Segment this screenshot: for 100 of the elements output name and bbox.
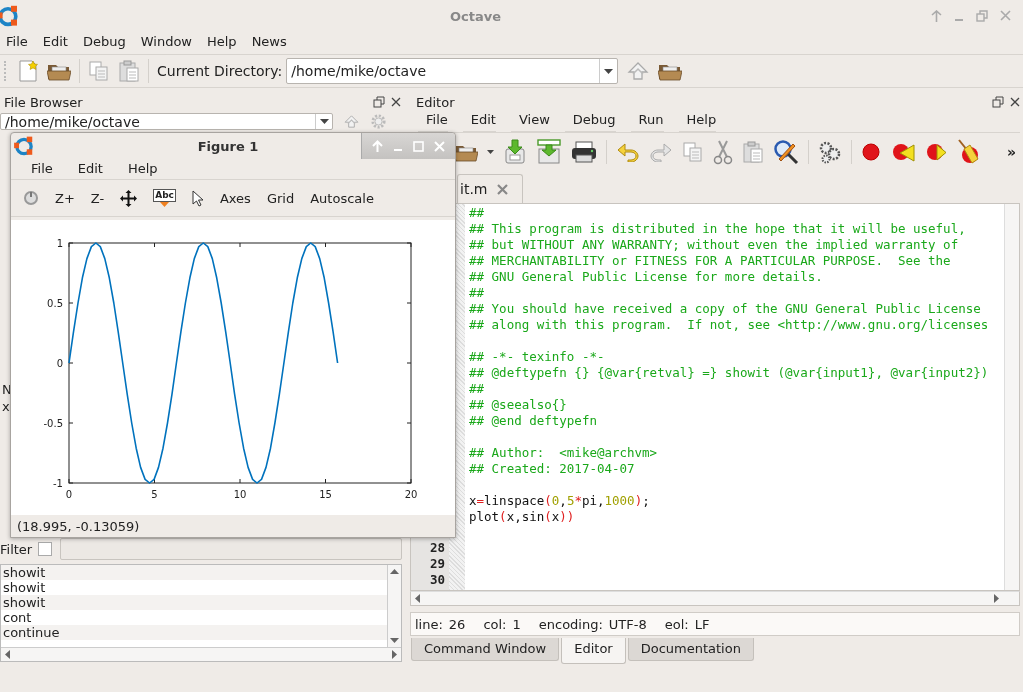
axes-button[interactable]: Axes <box>219 190 251 206</box>
scroll-right-icon[interactable] <box>392 650 397 659</box>
menu-item[interactable]: File <box>21 158 53 180</box>
line-number: 29 <box>429 556 445 572</box>
clipboard-icon[interactable] <box>742 140 764 164</box>
new-file-icon[interactable] <box>17 59 39 83</box>
menu-item[interactable]: Debug <box>82 33 126 49</box>
history-item[interactable]: continue <box>1 625 387 640</box>
close-icon[interactable] <box>1010 97 1020 107</box>
panel-title: Editor <box>416 94 456 110</box>
history-item[interactable]: showit <box>1 595 387 610</box>
line-number: 28 <box>429 540 445 556</box>
tick-label: -0.5 <box>43 418 63 429</box>
history-item[interactable]: showit <box>1 565 387 580</box>
gears-icon[interactable] <box>818 140 842 164</box>
menu-item[interactable]: Help <box>117 158 158 180</box>
menu-item[interactable]: Edit <box>67 158 103 180</box>
clipboard-icon[interactable] <box>118 59 140 83</box>
scroll-down-icon[interactable] <box>390 638 399 643</box>
scroll-left-icon[interactable] <box>415 594 420 603</box>
scroll-up-icon[interactable] <box>390 569 399 574</box>
rotate-icon[interactable] <box>23 190 39 206</box>
panel-tab[interactable]: Editor <box>561 638 626 664</box>
arrow-up-icon[interactable] <box>931 10 942 22</box>
status-label: col: <box>483 616 507 632</box>
broom-icon[interactable] <box>956 139 980 165</box>
menu-item[interactable]: Debug <box>564 110 616 132</box>
status-label: encoding: <box>538 616 603 632</box>
octave-logo-icon <box>13 135 35 157</box>
vertical-scrollbar[interactable] <box>1004 204 1019 590</box>
scissors-icon[interactable] <box>713 139 733 165</box>
menu-item[interactable]: Run <box>630 110 664 132</box>
move-arrows-icon[interactable] <box>120 189 138 207</box>
menu-item[interactable]: Edit <box>462 110 496 132</box>
tick-label: 15 <box>319 489 332 500</box>
zoom-in-button[interactable]: Z+ <box>55 190 75 206</box>
panel-tab[interactable]: Documentation <box>627 638 754 661</box>
code-line: plot(x,sin(x)) <box>469 509 576 525</box>
more-tools-button[interactable]: » <box>1006 144 1016 160</box>
code-comment: ## <box>469 205 486 221</box>
code-comment: ## Author: <mike@archvm> <box>469 445 659 461</box>
code-comment: ## along with this program. If not, see <http://www.gnu.org/licenses <box>469 317 990 333</box>
text-tool-button[interactable]: Abc <box>153 189 176 202</box>
code-comment: ## This program is distributed in the hope that it will be useful, <box>469 221 967 237</box>
dropdown-arrow-icon[interactable] <box>604 68 614 74</box>
vertical-scrollbar[interactable] <box>387 565 401 647</box>
filter-field[interactable] <box>60 538 403 560</box>
menu-item[interactable]: File <box>6 33 28 49</box>
tick-label: 20 <box>404 489 418 500</box>
code-comment: ## @end deftypefn <box>469 413 598 429</box>
file-tab[interactable]: it.m <box>457 174 524 203</box>
menu-item[interactable]: View <box>510 110 550 132</box>
dropdown-arrow-icon[interactable] <box>319 119 329 124</box>
save-as-icon[interactable] <box>536 139 562 165</box>
status-label: eol: <box>664 616 689 632</box>
menu-item[interactable]: Help <box>207 33 237 49</box>
next-breakpoint-icon[interactable] <box>925 141 947 163</box>
code-comment: ## <box>469 285 486 301</box>
path-field[interactable]: /home/mike/octave <box>0 113 333 130</box>
status-label: line: <box>415 616 443 632</box>
line-number: 30 <box>429 572 445 588</box>
status-value: UTF-8 <box>608 616 647 632</box>
menu-item[interactable]: News <box>251 33 287 49</box>
menu-item[interactable]: File <box>418 110 448 132</box>
code-comment: ## You should have received a copy of the GNU General Public License <box>469 301 982 317</box>
code-comment: ## GNU General Public License for more details. <box>469 269 824 285</box>
pointer-icon[interactable] <box>191 189 204 207</box>
magnifier-pencil-icon[interactable] <box>773 139 799 165</box>
zoom-out-button[interactable]: Z- <box>90 190 105 206</box>
status-value: 1 <box>512 616 521 632</box>
history-item[interactable]: showit <box>1 580 387 595</box>
code-comment: ## @deftypefn {} {@var{retval} =} showit (@var{input1}, @var{input2}) <box>469 365 990 381</box>
undo-icon[interactable] <box>616 142 640 162</box>
directory-field[interactable]: /home/mike/octave <box>286 58 619 84</box>
dropdown-arrow-icon[interactable] <box>487 150 494 154</box>
breakpoint-icon[interactable] <box>861 142 881 162</box>
status-value: 26 <box>448 616 466 632</box>
close-icon[interactable] <box>391 97 401 107</box>
tick-label: 0 <box>65 489 73 500</box>
column-header: N <box>2 382 12 397</box>
float-icon[interactable] <box>992 96 1004 108</box>
code-comment: ## MERCHANTABILITY or FITNESS FOR A PARTICULAR PURPOSE. See the <box>469 253 952 269</box>
horizontal-scrollbar[interactable] <box>410 591 1020 606</box>
code-comment: ## but WITHOUT ANY WARRANTY; without even the implied warranty of <box>469 237 960 253</box>
up-folder-icon[interactable] <box>626 60 651 82</box>
printer-icon[interactable] <box>571 141 597 163</box>
float-icon[interactable] <box>373 96 385 108</box>
horizontal-scrollbar[interactable] <box>1 647 401 661</box>
autoscale-button[interactable]: Autoscale <box>310 190 374 206</box>
previous-breakpoint-icon[interactable] <box>890 141 916 163</box>
menu-item[interactable]: Help <box>678 110 717 132</box>
menu-item[interactable]: Window <box>140 33 192 49</box>
scroll-left-icon[interactable] <box>5 650 10 659</box>
panel-tab[interactable]: Command Window <box>411 638 560 661</box>
history-item[interactable]: cont <box>1 610 387 625</box>
menu-item[interactable]: Edit <box>42 33 68 49</box>
grid-button[interactable]: Grid <box>266 190 295 206</box>
scroll-right-icon[interactable] <box>994 594 999 603</box>
filter-checkbox[interactable] <box>38 542 53 556</box>
save-icon[interactable] <box>503 139 527 165</box>
